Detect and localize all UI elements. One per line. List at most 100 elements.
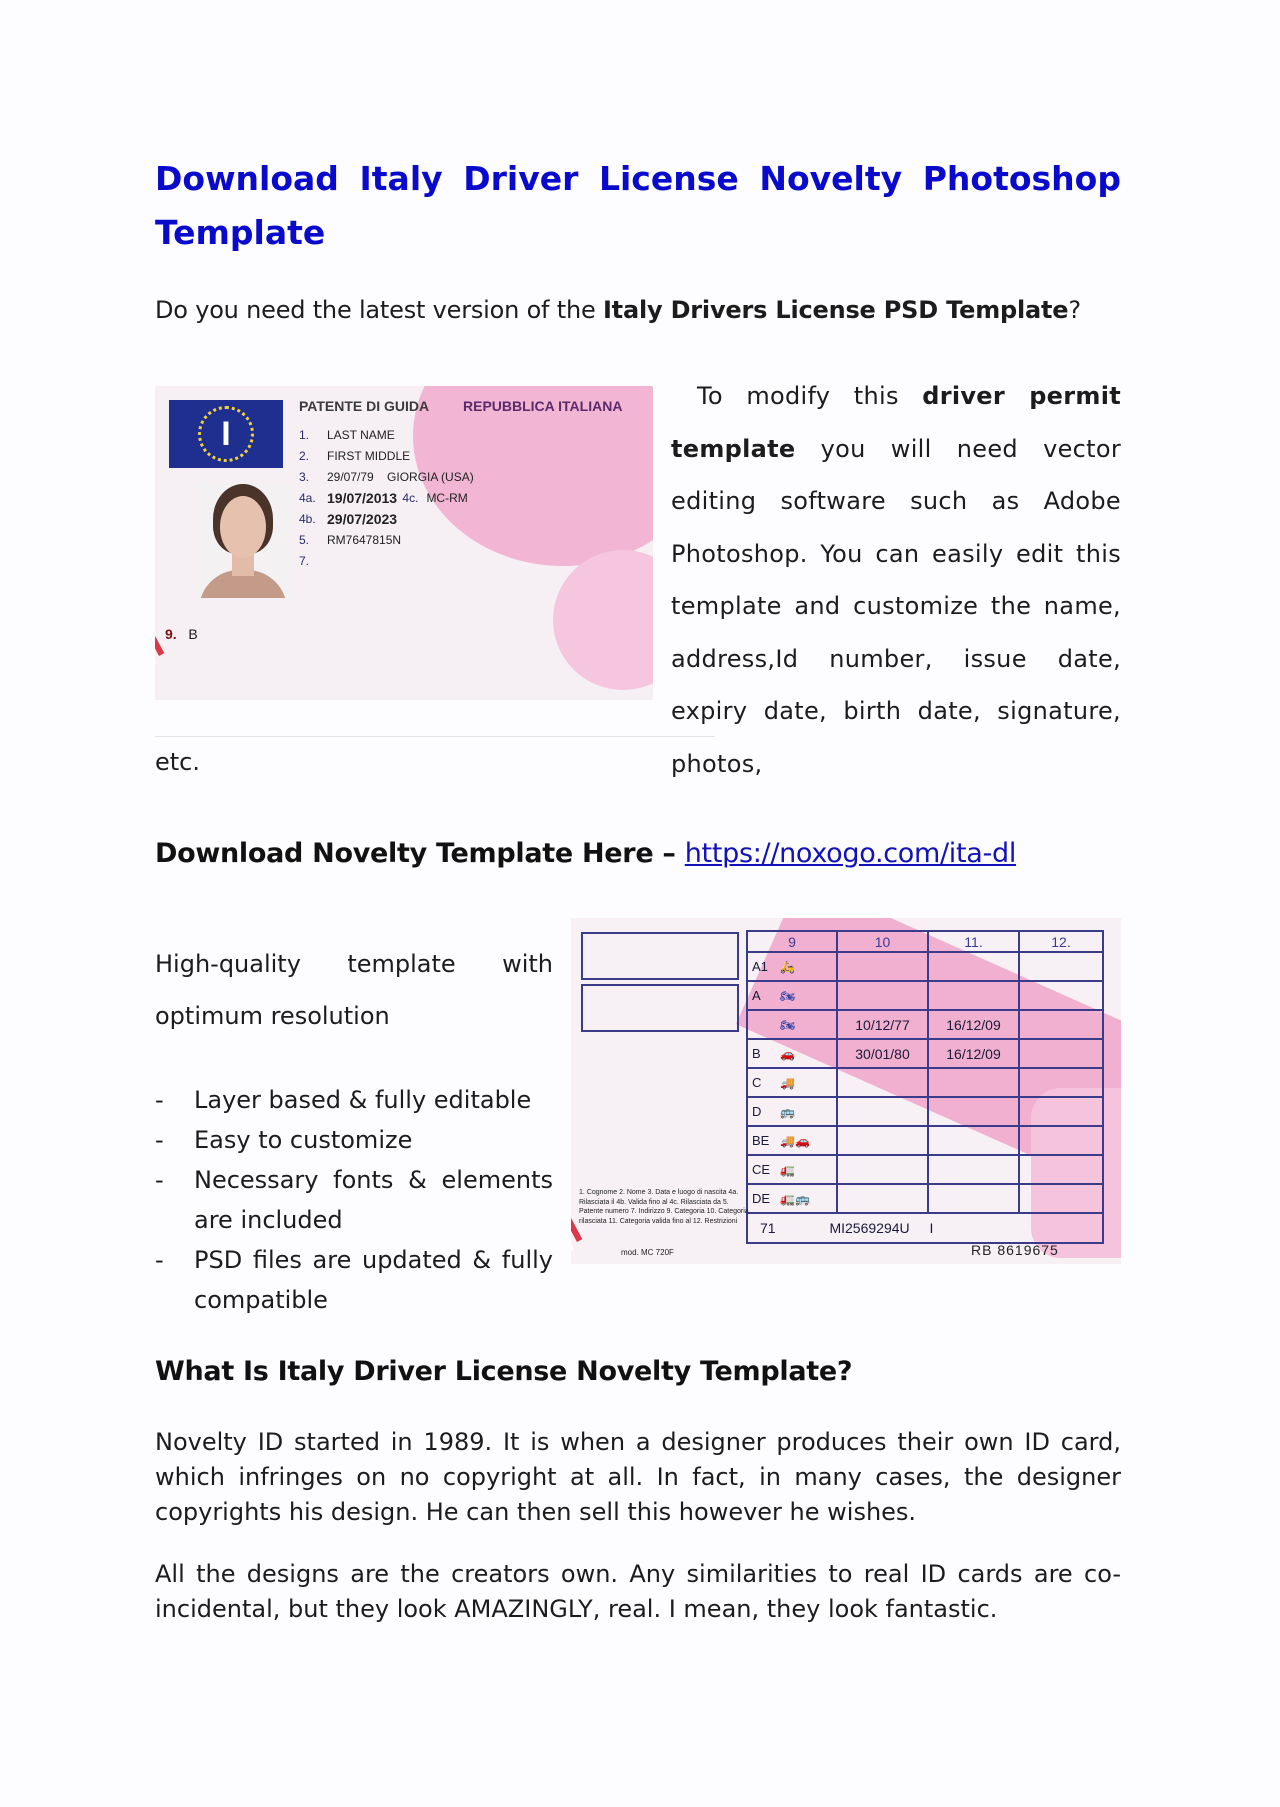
bullet-marker: - xyxy=(155,1246,164,1274)
category-cell: BE 🚚🚗 xyxy=(746,1125,838,1156)
card-heading-left: PATENTE DI GUIDA xyxy=(299,398,430,414)
table-row: CE 🚛 xyxy=(746,1154,1104,1185)
bottom-number: MI2569294U xyxy=(829,1220,910,1236)
intro-bold: Italy Drivers License PSD Template xyxy=(602,296,1069,324)
title-word: Photoshop xyxy=(922,159,1121,198)
issue-date-cell xyxy=(836,951,929,982)
table-row: 🏍 10/12/77 16/12/09 xyxy=(746,1009,1104,1040)
modify-text: you will need vector editing software su… xyxy=(671,434,1121,778)
category-cell: C 🚚 xyxy=(746,1067,838,1098)
title-line-2: Template xyxy=(155,213,326,252)
card-field: 1. LAST NAME xyxy=(299,424,474,445)
title-word: License xyxy=(598,159,739,198)
bullet-marker: - xyxy=(155,1126,164,1154)
issue-date-cell: 10/12/77 xyxy=(836,1009,929,1040)
list-item: - Layer based & fully editable xyxy=(155,1080,553,1120)
table-row: DE 🚛🚌 xyxy=(746,1183,1104,1214)
field-value: MC-RM xyxy=(426,490,468,505)
car-trailer-icon: 🚚🚗 xyxy=(780,1134,810,1148)
issue-date-cell xyxy=(836,1154,929,1185)
issue-date-cell xyxy=(836,1125,929,1156)
category-cell: D 🚌 xyxy=(746,1096,838,1127)
restrictions-cell xyxy=(1018,1125,1104,1156)
table-row: BE 🚚🚗 xyxy=(746,1125,1104,1156)
category-table: 9 10 11. 12. A1 🛵 A 🏍 🏍 10/12/77 16/12/09 B 🚗… xyxy=(746,930,1104,1244)
features-word: with xyxy=(502,950,553,978)
download-link[interactable]: https://noxogo.com/ita-dl xyxy=(685,838,1017,869)
page-title: Download Italy Driver License Novelty Ph… xyxy=(155,152,1121,260)
download-label: Download Novelty Template Here – xyxy=(155,838,685,869)
field-value: 19/07/2013 xyxy=(327,489,398,506)
photo-face xyxy=(220,496,266,558)
features-intro: High-quality template with optimum resol… xyxy=(155,938,553,1042)
valid-until-cell xyxy=(927,951,1020,982)
table-row: D 🚌 xyxy=(746,1096,1104,1127)
list-item-text: PSD files are updated & fully compatible xyxy=(194,1246,553,1314)
category-cell: CE 🚛 xyxy=(746,1154,838,1185)
category-cell: DE 🚛🚌 xyxy=(746,1183,838,1214)
title-word: Download xyxy=(155,159,339,198)
restrictions-cell xyxy=(1018,980,1104,1011)
license-front-image: I PATENTE DI GUIDA REPUBBLICA ITALIANA 1… xyxy=(155,386,653,700)
issue-date-cell: 30/01/80 xyxy=(836,1038,929,1069)
eu-flag-icon: I xyxy=(169,400,283,468)
title-word: Italy xyxy=(359,159,443,198)
issue-date-cell xyxy=(836,980,929,1011)
download-heading: Download Novelty Template Here – https:/… xyxy=(155,838,1016,869)
intro-question: Do you need the latest version of the It… xyxy=(155,296,1081,324)
restrictions-cell xyxy=(1018,951,1104,982)
field-9: 9. B xyxy=(165,626,198,642)
blank-box xyxy=(581,932,739,980)
list-item: - PSD files are updated & fully compatibl… xyxy=(155,1240,553,1320)
field-number: 9. xyxy=(165,626,177,642)
card-fields: 1. LAST NAME 2. FIRST MIDDLE 3. 29/07/79 GI… xyxy=(299,424,474,571)
category-code: A1 xyxy=(752,959,768,974)
list-item: - Necessary fonts & elements are included xyxy=(155,1160,553,1240)
field-value: LAST NAME xyxy=(327,427,395,442)
restrictions-cell xyxy=(1018,1067,1104,1098)
category-cell: 🏍 xyxy=(746,1009,838,1040)
features-word: template xyxy=(347,950,456,978)
bullet-marker: - xyxy=(155,1166,164,1194)
field-number: 4b. xyxy=(299,511,316,526)
license-back-image: 9 10 11. 12. A1 🛵 A 🏍 🏍 10/12/77 16/12/09 B 🚗… xyxy=(571,918,1121,1264)
title-word: Novelty xyxy=(759,159,903,198)
valid-until-cell xyxy=(927,1125,1020,1156)
category-cell: B 🚗 xyxy=(746,1038,838,1069)
bottom-suffix: I xyxy=(929,1220,934,1236)
field-value: 29/07/2023 xyxy=(327,510,398,527)
model-code: mod. MC 720F xyxy=(621,1248,674,1257)
bus-trailer-icon: 🚛🚌 xyxy=(780,1192,810,1206)
category-code: C xyxy=(752,1075,762,1090)
list-item-text: Layer based & fully editable xyxy=(194,1086,532,1114)
valid-until-cell xyxy=(927,1154,1020,1185)
column-header: 11. xyxy=(927,930,1020,953)
field-number: 3. xyxy=(299,469,310,484)
column-header: 10 xyxy=(836,930,929,953)
intro-prefix: Do you need the latest version of the xyxy=(155,296,603,324)
table-header-row: 9 10 11. 12. xyxy=(746,930,1104,953)
category-code: A xyxy=(752,988,761,1003)
field-number: 5. xyxy=(299,532,310,547)
pink-watermark xyxy=(553,550,653,690)
paragraph: Novelty ID started in 1989. It is when a… xyxy=(155,1428,1121,1526)
field-value: B xyxy=(188,626,198,642)
restrictions-cell xyxy=(1018,1154,1104,1185)
column-header: 9 xyxy=(746,930,838,953)
modify-text: To modify this xyxy=(697,382,923,410)
title-word: Driver xyxy=(463,159,579,198)
valid-until-cell xyxy=(927,1096,1020,1127)
valid-until-cell: 16/12/09 xyxy=(927,1038,1020,1069)
card-field: 4b. 29/07/2023 xyxy=(299,508,474,529)
issue-date-cell xyxy=(836,1067,929,1098)
bullet-marker: - xyxy=(155,1086,164,1114)
features-list: - Layer based & fully editable - Easy to c… xyxy=(155,1080,553,1320)
category-code: B xyxy=(752,1046,761,1061)
intro-suffix: ? xyxy=(1068,296,1081,324)
issue-date-cell xyxy=(836,1183,929,1214)
country-code: I xyxy=(221,415,231,453)
motorbike-icon: 🏍 xyxy=(780,1018,796,1032)
card-field: 2. FIRST MIDDLE xyxy=(299,445,474,466)
category-cell: A 🏍 xyxy=(746,980,838,1011)
section-heading: What Is Italy Driver License Novelty Tem… xyxy=(155,1356,853,1387)
